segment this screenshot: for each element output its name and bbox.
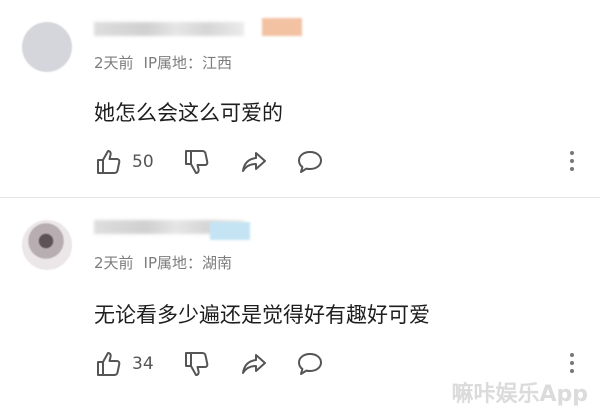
- avatar[interactable]: [22, 220, 72, 270]
- more-options-button[interactable]: [560, 350, 584, 378]
- like-button[interactable]: [94, 148, 122, 176]
- user-badge-blurred: [210, 222, 250, 240]
- like-button[interactable]: [94, 350, 122, 378]
- share-icon: [242, 354, 266, 374]
- thumbs-up-icon: [97, 352, 121, 376]
- user-badge-blurred: [262, 18, 302, 36]
- comment-time: 2天前: [94, 254, 134, 272]
- more-options-button[interactable]: [560, 148, 584, 176]
- comment-text: 她怎么会这么可爱的: [94, 101, 283, 125]
- comment-time: 2天前: [94, 54, 134, 72]
- comment-actions: 50: [94, 148, 584, 178]
- share-icon: [242, 152, 266, 172]
- reply-bubble-icon: [298, 151, 322, 173]
- share-button[interactable]: [240, 350, 268, 378]
- thumbs-up-icon: [97, 150, 121, 174]
- thumbs-down-icon: [185, 352, 209, 376]
- like-count: 34: [132, 354, 154, 374]
- comment-ip-location: IP属地：湖南: [143, 254, 233, 272]
- more-vertical-icon: [560, 353, 584, 373]
- thumbs-down-icon: [185, 150, 209, 174]
- like-count: 50: [132, 152, 154, 172]
- username-blurred[interactable]: [94, 22, 244, 36]
- reply-button[interactable]: [296, 350, 324, 378]
- comment-text: 无论看多少遍还是觉得好有趣好可爱: [94, 303, 430, 327]
- reply-bubble-icon: [298, 353, 322, 375]
- comment-meta: 2天前 IP属地：湖南: [94, 252, 242, 273]
- dislike-button[interactable]: [182, 148, 210, 176]
- comment-ip-location: IP属地：江西: [143, 54, 233, 72]
- comment-1: 2天前 IP属地：江西 她怎么会这么可爱的 50: [0, 0, 600, 197]
- avatar[interactable]: [22, 22, 72, 72]
- watermark: 嘛咔娱乐App: [451, 382, 588, 407]
- reply-button[interactable]: [296, 148, 324, 176]
- more-vertical-icon: [560, 151, 584, 171]
- dislike-button[interactable]: [182, 350, 210, 378]
- share-button[interactable]: [240, 148, 268, 176]
- comment-meta: 2天前 IP属地：江西: [94, 52, 242, 73]
